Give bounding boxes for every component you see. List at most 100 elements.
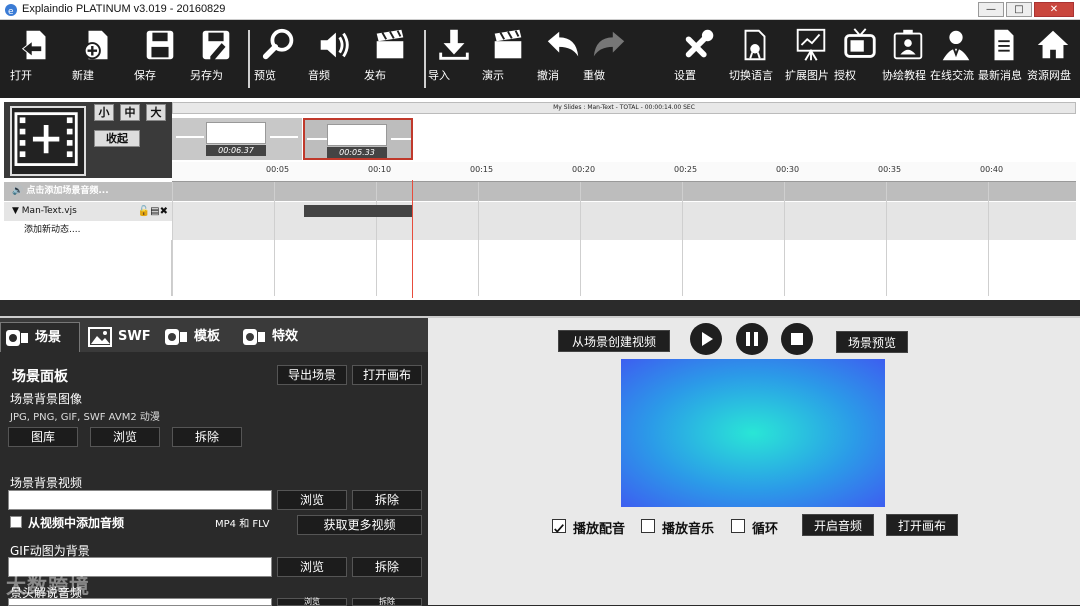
minimize-button[interactable]: — (978, 2, 1004, 17)
tutorial-button[interactable]: 协绘教程 (882, 26, 934, 82)
grid-line (682, 182, 683, 296)
remove-image-button[interactable]: 拆除 (172, 427, 242, 447)
panel-divider[interactable] (0, 300, 1080, 318)
timeline-panel: 小 中 大 收起 My Slides : Man-Text - TOTAL - … (0, 98, 1080, 300)
save-as-button[interactable]: 另存为 (190, 26, 242, 82)
bg-video-field[interactable] (8, 490, 272, 510)
resources-button[interactable]: 资源网盘 (1027, 26, 1079, 82)
settings-button[interactable]: 设置 (674, 26, 726, 82)
add-animation-row[interactable]: 添加新动态.... (4, 221, 1076, 240)
license-button[interactable]: 授权 (834, 26, 886, 82)
layer-row[interactable]: ▼ Man-Text.vjs 🔓▤✖ (4, 202, 1076, 221)
open-audio-button[interactable]: 开启音频 (802, 514, 874, 536)
create-video-button[interactable]: 从场景创建视频 (558, 330, 670, 352)
tab-effects[interactable]: 特效 (238, 322, 312, 352)
scene-preview-button[interactable]: 场景预览 (836, 331, 908, 353)
add-scene-button[interactable] (10, 106, 86, 176)
speaker-icon (320, 32, 349, 58)
extend-images-label: 扩展图片 (785, 69, 829, 82)
close-button[interactable]: ✕ (1034, 2, 1074, 17)
magnifier-icon (262, 28, 294, 60)
layer-duration-bar[interactable] (304, 205, 412, 217)
demo-button[interactable]: 演示 (482, 26, 534, 82)
import-button[interactable]: 导入 (428, 26, 480, 82)
gallery-button[interactable]: 图库 (8, 427, 78, 447)
slides-info: My Slides : Man-Text - TOTAL - 00:00:14.… (172, 102, 1076, 114)
save-button[interactable]: 保存 (134, 26, 186, 82)
preview-button[interactable]: 预览 (254, 26, 306, 82)
add-audio-from-video-checkbox[interactable] (10, 516, 22, 528)
play-voiceover-checkbox[interactable] (552, 519, 566, 533)
audio-label: 音频 (308, 69, 330, 82)
browse-image-button[interactable]: 浏览 (90, 427, 160, 447)
maximize-button[interactable]: □ (1006, 2, 1032, 17)
zoom-large-button[interactable]: 大 (146, 104, 166, 121)
film-icon[interactable]: ▤ (150, 206, 159, 217)
grid-line (376, 182, 377, 296)
scene-arrow (176, 136, 204, 138)
open-canvas-right-button[interactable]: 打开画布 (886, 514, 958, 536)
collapse-button[interactable]: 收起 (94, 130, 140, 147)
scene-arrow (391, 138, 411, 140)
tab-template-label: 模板 (194, 329, 221, 344)
tab-template[interactable]: 模板 (160, 322, 234, 352)
image-icon (88, 327, 112, 347)
save-as-icon (202, 30, 230, 61)
tick-label: 00:30 (776, 165, 800, 174)
browse-video-button[interactable]: 浏览 (277, 490, 347, 510)
news-label: 最新消息 (978, 69, 1022, 82)
new-button[interactable]: 新建 (72, 26, 124, 82)
open-button[interactable]: 打开 (10, 26, 62, 82)
news-button[interactable]: 最新消息 (978, 26, 1030, 82)
redo-button[interactable]: 重做 (583, 26, 635, 82)
scene-strip: 00:06.37 00:05.33 (172, 116, 1076, 162)
support-button[interactable]: 在线交流 (930, 26, 982, 82)
export-scene-button[interactable]: 导出场景 (277, 365, 347, 385)
remove-gif-button[interactable]: 拆除 (352, 557, 422, 577)
play-music-checkbox[interactable] (641, 519, 655, 533)
publish-button[interactable]: 发布 (364, 26, 416, 82)
get-more-videos-button[interactable]: 获取更多视频 (297, 515, 422, 535)
layer-actions: 🔓▤✖ (138, 202, 168, 221)
preview-canvas[interactable] (621, 359, 885, 507)
undo-button[interactable]: 撤消 (537, 26, 589, 82)
delete-icon[interactable]: ✖ (160, 206, 168, 217)
resources-label: 资源网盘 (1027, 69, 1071, 82)
scene-thumb-1[interactable]: 00:06.37 (172, 118, 302, 160)
language-label: 切换语言 (729, 69, 773, 82)
stop-button[interactable] (781, 323, 813, 355)
remove-video-button[interactable]: 拆除 (352, 490, 422, 510)
extend-images-button[interactable]: 扩展图片 (785, 26, 837, 82)
browse-gif-button[interactable]: 浏览 (277, 557, 347, 577)
audio-row[interactable]: 🔊 点击添加场景音频... (4, 182, 1076, 201)
timeline-controls: 小 中 大 收起 (4, 102, 172, 178)
clapper-icon (494, 29, 522, 59)
playhead[interactable] (412, 180, 413, 298)
tick-label: 00:40 (980, 165, 1004, 174)
unlock-icon[interactable]: 🔓 (138, 206, 150, 217)
scene-arrow (307, 138, 327, 140)
loop-checkbox[interactable] (731, 519, 745, 533)
tick-label: 00:20 (572, 165, 596, 174)
grid-line (580, 182, 581, 296)
pause-button[interactable] (736, 323, 768, 355)
play-button[interactable] (690, 323, 722, 355)
new-label: 新建 (72, 69, 94, 82)
open-canvas-button[interactable]: 打开画布 (352, 365, 422, 385)
zoom-medium-button[interactable]: 中 (120, 104, 140, 121)
layer-row-label: ▼ Man-Text.vjs 🔓▤✖ (4, 202, 172, 221)
tab-scene[interactable]: 场景 (0, 322, 80, 352)
tab-swf[interactable]: SWF (84, 322, 154, 352)
tab-swf-label: SWF (118, 329, 151, 344)
grid-line (478, 182, 479, 296)
scene-icon (6, 330, 28, 346)
language-button[interactable]: 切换语言 (729, 26, 781, 82)
scene-thumb-2[interactable]: 00:05.33 (303, 118, 413, 160)
person-icon (942, 30, 970, 61)
scene-duration: 00:06.37 (206, 145, 266, 156)
svg-text:e: e (8, 7, 14, 17)
bg-video-label: 场景背景视频 (10, 476, 83, 490)
zoom-small-button[interactable]: 小 (94, 104, 114, 121)
audio-button[interactable]: 音频 (308, 26, 360, 82)
add-animation-label: 添加新动态.... (4, 221, 172, 240)
